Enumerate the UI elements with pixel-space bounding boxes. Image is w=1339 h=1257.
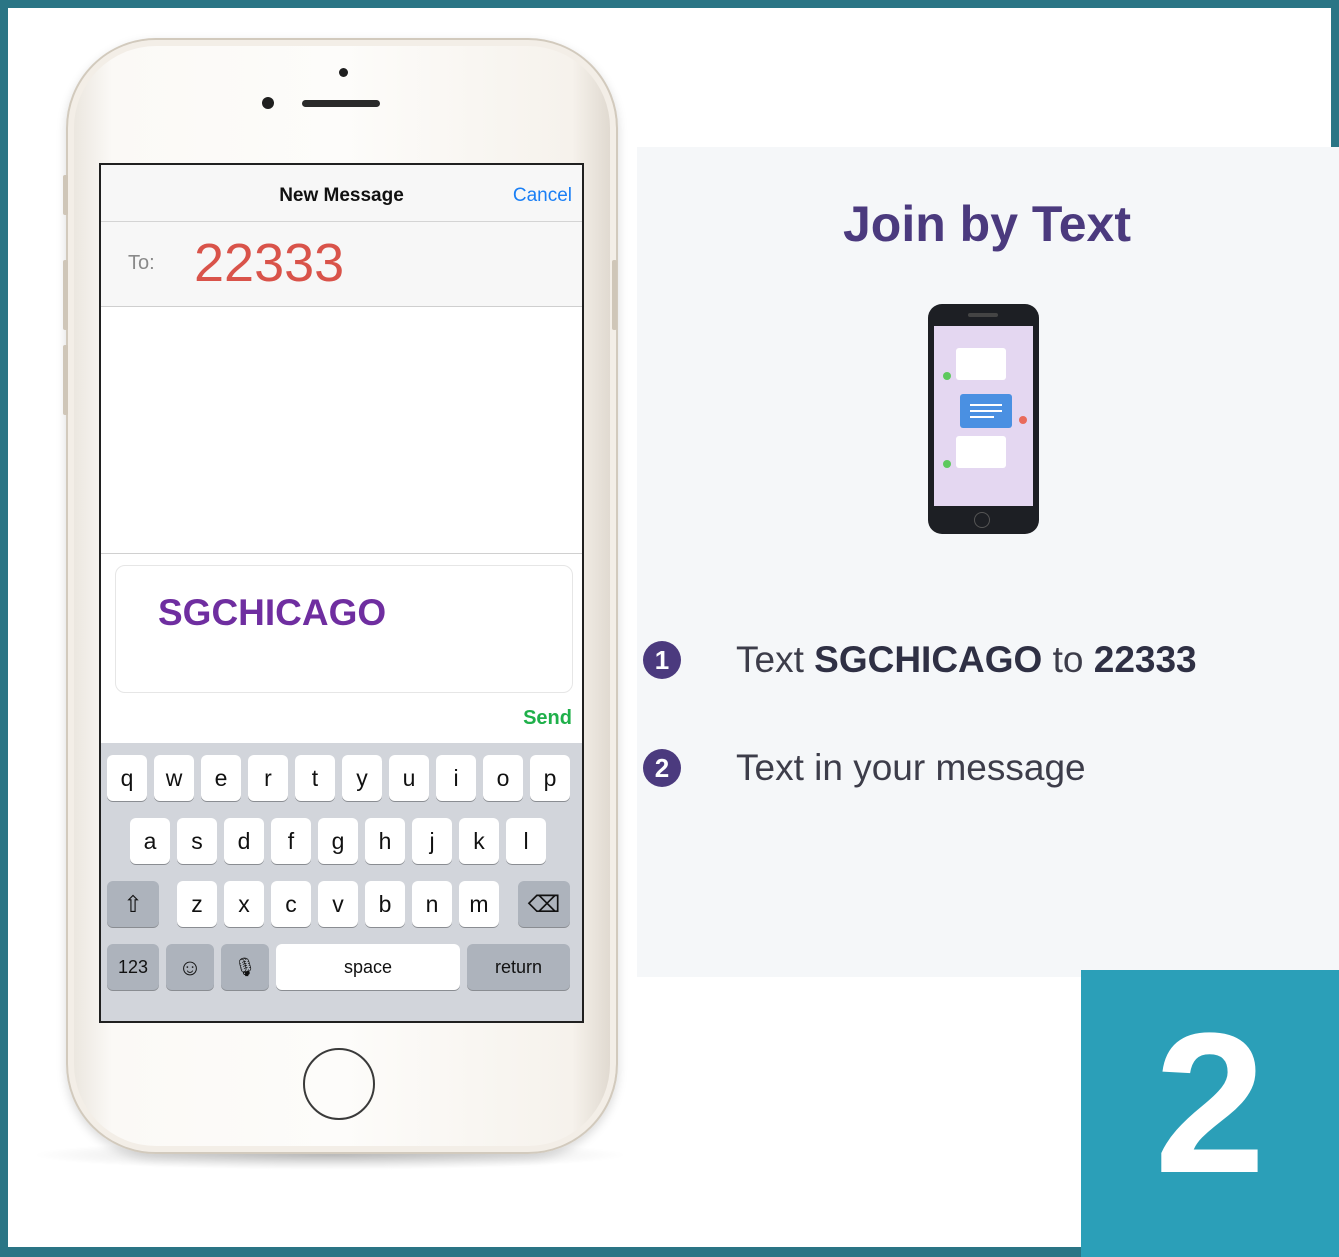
phone-illustration-icon — [928, 304, 1039, 534]
key-h[interactable]: h — [365, 818, 405, 864]
step-number-tile: 2 — [1081, 970, 1339, 1257]
message-input[interactable]: SGCHICAGO — [115, 565, 573, 693]
microphone-icon[interactable]: 🎙 — [221, 944, 269, 990]
key-o[interactable]: o — [483, 755, 523, 801]
step-2-text: Text in your message — [736, 747, 1086, 788]
key-g[interactable]: g — [318, 818, 358, 864]
key-i[interactable]: i — [436, 755, 476, 801]
step-number-2-icon: 2 — [643, 749, 681, 787]
message-text: SGCHICAGO — [158, 592, 387, 633]
status-dot — [943, 372, 951, 380]
step-1: 1 Text SGCHICAGO to 22333 — [643, 638, 1197, 682]
incoming-bubble-icon — [956, 348, 1006, 380]
earpiece-speaker — [302, 100, 380, 107]
recipient-field[interactable]: 22333 — [194, 232, 344, 294]
step-1-text: Text SGCHICAGO to 22333 — [736, 639, 1197, 681]
key-k[interactable]: k — [459, 818, 499, 864]
new-message-navbar: New Message Cancel — [101, 165, 582, 222]
key-w[interactable]: w — [154, 755, 194, 801]
key-f[interactable]: f — [271, 818, 311, 864]
incoming-bubble-icon — [956, 436, 1006, 468]
nav-title: New Message — [279, 185, 404, 206]
volume-down-button — [63, 345, 68, 415]
key-a[interactable]: a — [130, 818, 170, 864]
key-v[interactable]: v — [318, 881, 358, 927]
status-dot — [943, 460, 951, 468]
delete-icon[interactable]: ⌫ — [518, 881, 570, 927]
outgoing-bubble-icon — [960, 394, 1012, 428]
key-m[interactable]: m — [459, 881, 499, 927]
ios-keyboard: q w e r t y u i o p a s d f g h j k l ⇧ … — [101, 743, 582, 1021]
key-p[interactable]: p — [530, 755, 570, 801]
key-c[interactable]: c — [271, 881, 311, 927]
key-q[interactable]: q — [107, 755, 147, 801]
space-key[interactable]: space — [276, 944, 460, 990]
tile-number: 2 — [1154, 992, 1266, 1215]
card-title: Join by Text — [842, 196, 1131, 252]
send-button[interactable]: Send — [523, 707, 572, 730]
key-z[interactable]: z — [177, 881, 217, 927]
key-d[interactable]: d — [224, 818, 264, 864]
return-key[interactable]: return — [467, 944, 570, 990]
to-label: To: — [128, 252, 155, 274]
key-e[interactable]: e — [201, 755, 241, 801]
power-button — [612, 260, 617, 330]
step-1-keyword: SGCHICAGO — [814, 639, 1043, 680]
key-r[interactable]: r — [248, 755, 288, 801]
cancel-button[interactable]: Cancel — [513, 185, 572, 207]
key-l[interactable]: l — [506, 818, 546, 864]
volume-up-button — [63, 260, 68, 330]
key-u[interactable]: u — [389, 755, 429, 801]
key-t[interactable]: t — [295, 755, 335, 801]
join-by-text-card: Join by Text 1 Text SGCHICAGO to 22333 2… — [637, 147, 1339, 977]
step-1-number: 22333 — [1093, 639, 1197, 680]
mini-screen — [934, 326, 1033, 506]
step-2: 2 Text in your message — [643, 746, 1086, 790]
conversation-area — [101, 307, 582, 554]
recipient-row[interactable]: To: 22333 — [101, 222, 582, 307]
key-y[interactable]: y — [342, 755, 382, 801]
front-camera-icon — [339, 68, 348, 77]
key-n[interactable]: n — [412, 881, 452, 927]
emoji-icon[interactable]: ☺ — [166, 944, 214, 990]
shift-icon[interactable]: ⇧ — [107, 881, 159, 927]
mini-home-button — [974, 512, 990, 528]
step-1-pre: Text — [736, 639, 815, 680]
status-dot — [1019, 416, 1027, 424]
key-x[interactable]: x — [224, 881, 264, 927]
mini-speaker — [968, 313, 998, 317]
key-s[interactable]: s — [177, 818, 217, 864]
step-1-mid: to — [1042, 639, 1094, 680]
proximity-sensor-icon — [262, 97, 274, 109]
numbers-key[interactable]: 123 — [107, 944, 159, 990]
mute-switch — [63, 175, 68, 215]
step-number-1-icon: 1 — [643, 641, 681, 679]
key-b[interactable]: b — [365, 881, 405, 927]
home-button[interactable] — [303, 1048, 375, 1120]
phone-screen: New Message Cancel To: 22333 SGCHICAGO S… — [99, 163, 584, 1023]
key-j[interactable]: j — [412, 818, 452, 864]
